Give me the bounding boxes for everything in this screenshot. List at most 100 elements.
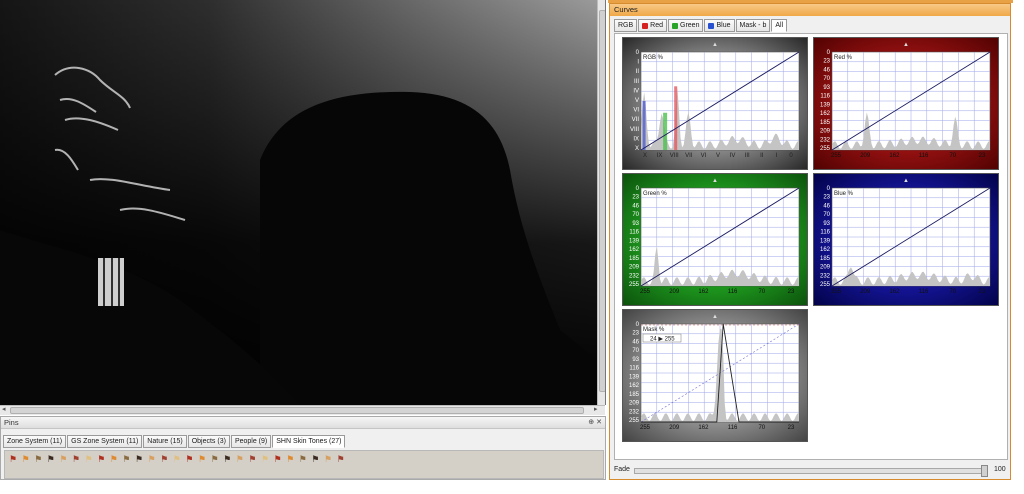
tab-shn-skin-tones[interactable]: SHN Skin Tones (27) bbox=[272, 435, 346, 448]
rgb-curve-graph[interactable]: RGB %0IIIIIIIVVVIVIIVIIIIXXX IX VIII VII VI V… bbox=[623, 38, 807, 169]
red-curve-graph[interactable]: Red %023467093116139162185209232255255 20… bbox=[814, 38, 998, 169]
blue-channel-icon bbox=[708, 22, 715, 29]
tab-gs-zone-system[interactable]: GS Zone System (11) bbox=[67, 435, 143, 448]
skin-tone-pin-icon[interactable]: ⚑ bbox=[9, 454, 18, 464]
tab-red[interactable]: Red bbox=[638, 19, 668, 32]
x-tick-label: 162 bbox=[698, 425, 709, 431]
scroll-right-icon[interactable]: ▸ bbox=[594, 406, 598, 414]
green-curve-box[interactable]: Green % 0 23 46 70 93 116 139 162 185 209 232 255 255… bbox=[622, 173, 808, 306]
skin-tone-pin-icon[interactable]: ⚑ bbox=[173, 454, 182, 464]
tab-rgb[interactable]: RGB bbox=[614, 19, 638, 32]
x-tick-label: 162 bbox=[889, 289, 900, 295]
skin-tone-pin-icon[interactable]: ⚑ bbox=[274, 454, 283, 464]
skin-tone-pin-icon[interactable]: ⚑ bbox=[261, 454, 270, 464]
green-channel-icon bbox=[672, 22, 679, 29]
skin-tone-pin-icon[interactable]: ⚑ bbox=[110, 454, 119, 464]
y-tick-label: 70 bbox=[823, 212, 830, 218]
y-tick-label: 209 bbox=[629, 265, 640, 271]
curves-panel: Curves RGB Red Green Blue Mask - b All R… bbox=[609, 3, 1011, 480]
image-viewer[interactable] bbox=[0, 0, 606, 405]
tab-green[interactable]: Green bbox=[668, 19, 704, 32]
vertical-scrollbar[interactable] bbox=[597, 0, 605, 405]
blue-curve-box[interactable]: Blue % 0 23 46 70 93 116 139 162 185 209 232 255 255 2… bbox=[813, 173, 999, 306]
y-tick-label: 116 bbox=[820, 230, 830, 236]
skin-tone-pin-icon[interactable]: ⚑ bbox=[59, 454, 68, 464]
skin-tone-pin-icon[interactable]: ⚑ bbox=[185, 454, 194, 464]
skin-tone-pin-icon[interactable]: ⚑ bbox=[22, 454, 31, 464]
x-tick-label: 23 bbox=[788, 425, 795, 431]
x-tick-label: 70 bbox=[758, 425, 765, 431]
y-tick-label: VIII bbox=[630, 127, 639, 133]
skin-tone-pin-icon[interactable]: ⚑ bbox=[337, 454, 346, 464]
skin-tone-pin-icon[interactable]: ⚑ bbox=[122, 454, 131, 464]
skin-tone-pin-icon[interactable]: ⚑ bbox=[223, 454, 232, 464]
skin-tone-pin-icon[interactable]: ⚑ bbox=[211, 454, 220, 464]
y-tick-label: 70 bbox=[632, 348, 639, 354]
collapse-arrow-icon[interactable]: ▲ bbox=[903, 42, 909, 48]
blue-curve-graph[interactable]: Blue %023467093116139162185209232255255 2… bbox=[814, 174, 998, 305]
tab-mask-b[interactable]: Mask - b bbox=[735, 19, 771, 32]
green-curve-graph[interactable]: Green %023467093116139162185209232255255… bbox=[623, 174, 807, 305]
x-tick-label: IX bbox=[657, 153, 663, 159]
tab-people[interactable]: People (9) bbox=[230, 435, 272, 448]
skin-tone-pin-icon[interactable]: ⚑ bbox=[97, 454, 106, 464]
y-tick-label: 93 bbox=[632, 357, 639, 363]
horizontal-scrollbar[interactable]: ◂ ▸ bbox=[0, 405, 605, 415]
x-tick-label: V bbox=[716, 153, 720, 159]
pins-panel-header: Pins ⊕ ✕ bbox=[1, 417, 605, 429]
skin-tone-pin-icon[interactable]: ⚑ bbox=[135, 454, 144, 464]
x-tick-label: 23 bbox=[788, 289, 795, 295]
rgb-curve-box[interactable]: RGB % 0 I II III IV V VI VII VIII IX X X IX VIII VII VI V… bbox=[622, 37, 808, 170]
y-tick-label: 255 bbox=[629, 418, 640, 424]
collapse-arrow-icon[interactable]: ▲ bbox=[712, 314, 718, 320]
x-tick-label: 255 bbox=[831, 153, 842, 159]
y-tick-label: 185 bbox=[629, 256, 640, 262]
mask-curve-graph[interactable]: Mask %24 ▶ 25502346709311613916218520923… bbox=[623, 310, 807, 441]
skin-tone-pin-icon[interactable]: ⚑ bbox=[286, 454, 295, 464]
tab-blue[interactable]: Blue bbox=[704, 19, 735, 32]
x-tick-label: 70 bbox=[758, 289, 765, 295]
skin-tone-pin-icon[interactable]: ⚑ bbox=[299, 454, 308, 464]
skin-tone-pin-icon[interactable]: ⚑ bbox=[47, 454, 56, 464]
skin-tone-pin-icon[interactable]: ⚑ bbox=[236, 454, 245, 464]
tab-nature[interactable]: Nature (15) bbox=[143, 435, 187, 448]
mask-curve-box[interactable]: Mask % 24 ▶ 255 0 23 46 70 93 116 139 162 185 209 23… bbox=[622, 309, 808, 442]
y-tick-label: 232 bbox=[629, 409, 640, 415]
tab-objects[interactable]: Objects (3) bbox=[187, 435, 230, 448]
skin-tone-pin-icon[interactable]: ⚑ bbox=[198, 454, 207, 464]
red-channel-icon bbox=[642, 22, 649, 29]
y-tick-label: 209 bbox=[629, 401, 640, 407]
vertical-scroll-thumb[interactable] bbox=[599, 10, 605, 392]
skin-tone-pin-icon[interactable]: ⚑ bbox=[148, 454, 157, 464]
skin-tone-pin-icon[interactable]: ⚑ bbox=[311, 454, 320, 464]
fade-slider-thumb[interactable] bbox=[981, 465, 988, 477]
collapse-arrow-icon[interactable]: ▲ bbox=[712, 42, 718, 48]
horizontal-scroll-thumb[interactable] bbox=[10, 407, 584, 414]
y-tick-label: 162 bbox=[629, 383, 640, 389]
skin-tone-pin-icon[interactable]: ⚑ bbox=[324, 454, 333, 464]
scroll-left-icon[interactable]: ◂ bbox=[2, 406, 6, 414]
red-curve-box[interactable]: Red % 0 23 46 70 93 116 139 162 185 209 232 255 255 20… bbox=[813, 37, 999, 170]
y-tick-label: 255 bbox=[820, 282, 831, 288]
y-tick-label: III bbox=[634, 79, 639, 85]
x-tick-label: II bbox=[760, 153, 764, 159]
skin-tone-pin-icon[interactable]: ⚑ bbox=[85, 454, 94, 464]
tab-all[interactable]: All bbox=[771, 19, 788, 32]
close-icon[interactable]: ✕ bbox=[596, 419, 602, 426]
mask-panel-label: Mask % bbox=[643, 327, 665, 333]
y-tick-label: 232 bbox=[820, 273, 831, 279]
skin-tone-pin-icon[interactable]: ⚑ bbox=[160, 454, 169, 464]
collapse-arrow-icon[interactable]: ▲ bbox=[712, 178, 718, 184]
skin-tone-pin-icon[interactable]: ⚑ bbox=[34, 454, 43, 464]
tab-zone-system[interactable]: Zone System (11) bbox=[3, 435, 67, 448]
fade-control: Fade 100 bbox=[614, 465, 1008, 477]
pins-tab-strip: Zone System (11) GS Zone System (11) Nat… bbox=[1, 429, 605, 448]
y-tick-label: 93 bbox=[823, 221, 830, 227]
skin-tone-pin-icon[interactable]: ⚑ bbox=[248, 454, 257, 464]
x-tick-label: 23 bbox=[979, 289, 986, 295]
x-tick-label: 23 bbox=[979, 153, 986, 159]
fade-slider[interactable] bbox=[634, 468, 988, 474]
collapse-arrow-icon[interactable]: ▲ bbox=[903, 178, 909, 184]
pin-panel-icon[interactable]: ⊕ bbox=[588, 419, 594, 426]
skin-tone-pin-icon[interactable]: ⚑ bbox=[72, 454, 81, 464]
